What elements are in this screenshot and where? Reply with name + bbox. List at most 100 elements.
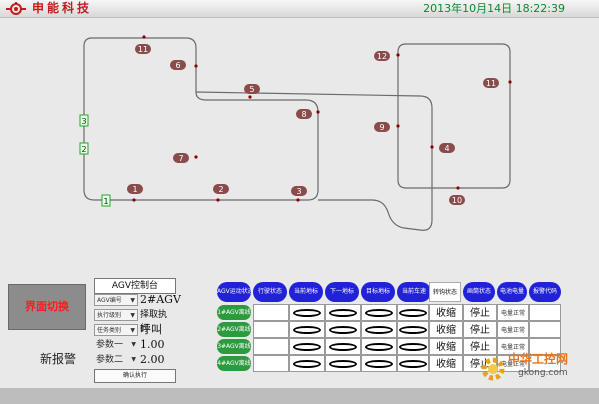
alarm-code-cell <box>529 304 561 321</box>
param1-select[interactable]: 参数一 ▼ <box>94 339 138 351</box>
confirm-execute-button[interactable]: 确认执行 <box>94 369 176 383</box>
screen-switch-button[interactable]: 界面切换 <box>8 284 86 330</box>
table-row: 2#AGV离线 收缩 停止 电量正常 <box>217 321 561 338</box>
col-header: 转钩状态 <box>429 282 461 302</box>
station-dot <box>456 186 460 190</box>
agv-name-cell[interactable]: 2#AGV离线 <box>217 322 251 337</box>
next-mark-cell <box>325 304 361 321</box>
indicator-oval-icon <box>399 342 427 351</box>
station-dot <box>296 198 300 202</box>
speed-cell <box>397 338 429 355</box>
drive-state-cell <box>253 321 289 338</box>
charger-tag-2: 2 <box>79 142 89 155</box>
station-dot <box>316 110 320 114</box>
svg-text:7: 7 <box>178 154 183 163</box>
hook-cell: 收缩 <box>429 355 463 372</box>
station-dot <box>430 145 434 149</box>
target-mark-cell <box>361 321 397 338</box>
company-logo-icon <box>6 2 26 15</box>
watermark-cn: 中华工控网 <box>508 352 569 366</box>
alarm-code-cell <box>529 321 561 338</box>
station-tag-3: 3 <box>291 186 307 196</box>
agv-name-cell[interactable]: 3#AGV离线 <box>217 339 251 354</box>
svg-text:8: 8 <box>301 110 306 119</box>
col-header: 当前车速 <box>397 282 431 302</box>
next-mark-cell <box>325 321 361 338</box>
station-dot <box>142 35 146 39</box>
svg-text:11: 11 <box>486 79 496 88</box>
param2-select[interactable]: 参数二 ▼ <box>94 354 138 366</box>
dropdown-arrow-icon: ▼ <box>131 341 136 348</box>
agv-track-map: 11 6 5 8 7 1 2 3 12 9 4 11 10 3 2 1 <box>79 35 512 231</box>
col-header: 当前地标 <box>289 282 323 302</box>
station-dot <box>508 80 512 84</box>
current-mark-cell <box>289 338 325 355</box>
agv-number-row: AGV编号 ▼ 2#AGV <box>94 293 181 307</box>
watermark: 中华工控网 gkong.com <box>478 348 598 388</box>
track-left-loop <box>83 37 319 201</box>
indicator-oval-icon <box>329 342 357 351</box>
speed-cell <box>397 304 429 321</box>
svg-text:5: 5 <box>249 85 254 94</box>
svg-text:2: 2 <box>218 185 223 194</box>
station-tag-5: 5 <box>244 84 260 94</box>
col-header: 目标地标 <box>361 282 395 302</box>
svg-text:4: 4 <box>444 144 449 153</box>
agv-control-panel: AGV控制台 AGV编号 ▼ 2#AGV 执行级别 ▼ 择取执行 任务类别 ▼ 呼叫 … <box>94 278 181 383</box>
svg-text:6: 6 <box>175 61 180 70</box>
station-dot <box>248 95 252 99</box>
station-tag-9: 9 <box>374 122 390 132</box>
indicator-oval-icon <box>293 342 321 351</box>
station-tag-6: 6 <box>170 60 186 70</box>
charger-tag-3: 3 <box>79 114 89 127</box>
drive-state-cell <box>253 338 289 355</box>
hook-cell: 收缩 <box>429 321 463 338</box>
title-bar: 申能科技 2013年10月14日 18:22:39 <box>0 0 599 18</box>
svg-text:11: 11 <box>138 45 148 54</box>
task-type-value: 呼叫 <box>140 323 162 336</box>
indicator-oval-icon <box>399 308 427 317</box>
target-mark-cell <box>361 355 397 372</box>
col-header: 行驶状态 <box>253 282 287 302</box>
drive-state-cell <box>253 355 289 372</box>
hook-cell: 收缩 <box>429 338 463 355</box>
drum-cell: 停止 <box>463 304 497 321</box>
indicator-oval-icon <box>329 359 357 368</box>
agv-number-select[interactable]: AGV编号 ▼ <box>94 294 138 306</box>
station-dot <box>194 155 198 159</box>
gear-icon <box>481 357 505 381</box>
dropdown-arrow-icon: ▼ <box>130 297 135 304</box>
station-dot <box>216 198 220 202</box>
col-header: 报警代码 <box>529 282 561 302</box>
station-tag-2: 2 <box>213 184 229 194</box>
charger-tag-1: 1 <box>101 194 111 207</box>
drive-state-cell <box>253 304 289 321</box>
station-dot <box>132 198 136 202</box>
station-tag-8: 8 <box>296 109 312 119</box>
battery-cell: 电量正常 <box>497 304 529 321</box>
task-type-select[interactable]: 任务类别 ▼ <box>94 324 138 336</box>
col-header: AGV运动状态 <box>217 282 251 302</box>
track-right-loop <box>397 43 511 189</box>
station-dots <box>132 35 512 202</box>
param1-value[interactable]: 1.00 <box>140 338 174 352</box>
station-tag-12: 12 <box>374 51 390 61</box>
param2-value[interactable]: 2.00 <box>140 353 174 367</box>
next-mark-cell <box>325 338 361 355</box>
col-header: 画筒状态 <box>463 282 495 302</box>
exec-level-select[interactable]: 执行级别 ▼ <box>94 309 138 321</box>
indicator-oval-icon <box>399 359 427 368</box>
svg-text:2: 2 <box>81 145 86 154</box>
clock-display: 2013年10月14日 18:22:39 <box>423 2 565 15</box>
station-tag-1: 1 <box>127 184 143 194</box>
company-name: 申能科技 <box>32 1 93 15</box>
dropdown-arrow-icon: ▼ <box>131 356 136 363</box>
new-alarm-label[interactable]: 新报警 <box>40 350 76 367</box>
agv-name-cell[interactable]: 1#AGV离线 <box>217 305 251 320</box>
indicator-oval-icon <box>293 359 321 368</box>
param2-row: 参数二 ▼ 2.00 <box>94 353 174 367</box>
agv-number-value: 2#AGV <box>140 293 181 306</box>
agv-name-cell[interactable]: 4#AGV离线 <box>217 356 251 371</box>
station-tag-11b: 11 <box>483 78 499 88</box>
hook-cell: 收缩 <box>429 304 463 321</box>
